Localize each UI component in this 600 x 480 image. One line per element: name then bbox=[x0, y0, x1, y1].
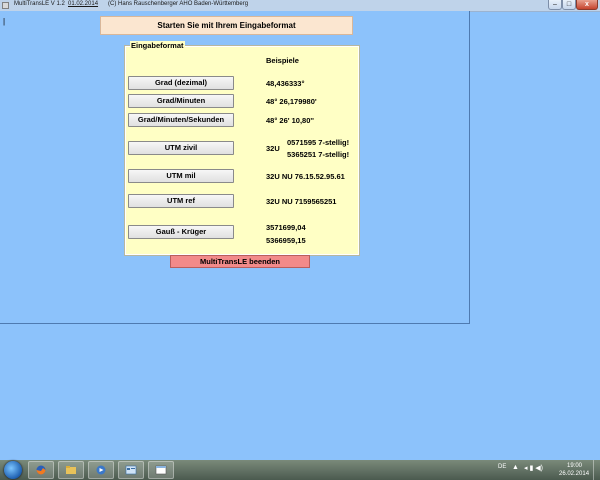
grad-minuten-sekunden-button[interactable]: Grad/Minuten/Sekunden bbox=[128, 113, 234, 127]
copyright-text: (C) Hans Rauschenberger AHO Baden-Württe… bbox=[108, 1, 249, 7]
text-caret: | bbox=[3, 17, 6, 26]
example-utm-mil: 32U NU 76.15.52.95.61 bbox=[266, 172, 345, 181]
control-panel-icon bbox=[125, 465, 137, 475]
firefox-taskbar-button[interactable] bbox=[28, 461, 54, 479]
example-utm-zivil-easting: 0571595 7-stellig! bbox=[287, 138, 350, 147]
example-utm-zivil-zone: 32U bbox=[266, 144, 280, 153]
folder-icon bbox=[66, 466, 76, 474]
close-button[interactable]: x bbox=[576, 0, 598, 10]
media-taskbar-button[interactable] bbox=[88, 461, 114, 479]
show-hidden-icons-button[interactable]: ▲ bbox=[512, 464, 519, 471]
header-banner: Starten Sie mit Ihrem Eingabeformat bbox=[100, 16, 353, 35]
gauss-krueger-button[interactable]: Gauß - Krüger bbox=[128, 225, 234, 239]
utm-ref-button[interactable]: UTM ref bbox=[128, 194, 234, 208]
show-desktop-button[interactable] bbox=[593, 460, 600, 480]
language-indicator[interactable]: DE bbox=[498, 464, 506, 470]
window-taskbar-button[interactable] bbox=[148, 461, 174, 479]
utm-mil-button[interactable]: UTM mil bbox=[128, 169, 234, 183]
window-title: MultiTransLE V 1.2 bbox=[14, 1, 65, 7]
example-gauss-krueger-rechts: 3571699,04 bbox=[266, 223, 306, 232]
example-utm-zivil-northing: 5365251 7-stellig! bbox=[287, 150, 350, 159]
version-date: 01.02.2014 bbox=[68, 1, 99, 7]
explorer-taskbar-button[interactable] bbox=[58, 461, 84, 479]
control-panel-taskbar-button[interactable] bbox=[118, 461, 144, 479]
window-icon bbox=[155, 465, 167, 475]
maximize-button[interactable]: □ bbox=[562, 0, 576, 10]
taskbar: DE ▲ ◂ ▮ ◀) 19:00 26.02.2014 bbox=[0, 460, 600, 480]
clock-time[interactable]: 19:00 bbox=[567, 463, 582, 469]
app-icon bbox=[2, 2, 9, 9]
utm-zivil-button[interactable]: UTM zivil bbox=[128, 141, 234, 155]
main-window: | Starten Sie mit Ihrem Eingabeformat Ei… bbox=[0, 11, 470, 324]
example-grad-dezimal: 48,436333° bbox=[266, 79, 305, 88]
input-format-group: Eingabeformat Beispiele Grad (dezimal) 4… bbox=[125, 41, 359, 255]
quit-button[interactable]: MultiTransLE beenden bbox=[170, 255, 310, 268]
example-utm-ref: 32U NU 7159565251 bbox=[266, 197, 337, 206]
group-legend: Eingabeformat bbox=[130, 41, 185, 50]
grad-dezimal-button[interactable]: Grad (dezimal) bbox=[128, 76, 234, 90]
firefox-icon bbox=[36, 465, 46, 475]
tray-icons[interactable]: ◂ ▮ ◀) bbox=[524, 464, 543, 472]
example-grad-minuten: 48° 26,179980' bbox=[266, 97, 317, 106]
start-button[interactable] bbox=[4, 461, 22, 479]
minimize-button[interactable]: – bbox=[548, 0, 562, 10]
grad-minuten-button[interactable]: Grad/Minuten bbox=[128, 94, 234, 108]
clock-date[interactable]: 26.02.2014 bbox=[559, 471, 589, 477]
example-grad-minuten-sekunden: 48° 26' 10,80'' bbox=[266, 116, 314, 125]
example-gauss-krueger-hoch: 5366959,15 bbox=[266, 236, 306, 245]
media-icon bbox=[96, 465, 106, 475]
examples-header: Beispiele bbox=[266, 56, 299, 65]
